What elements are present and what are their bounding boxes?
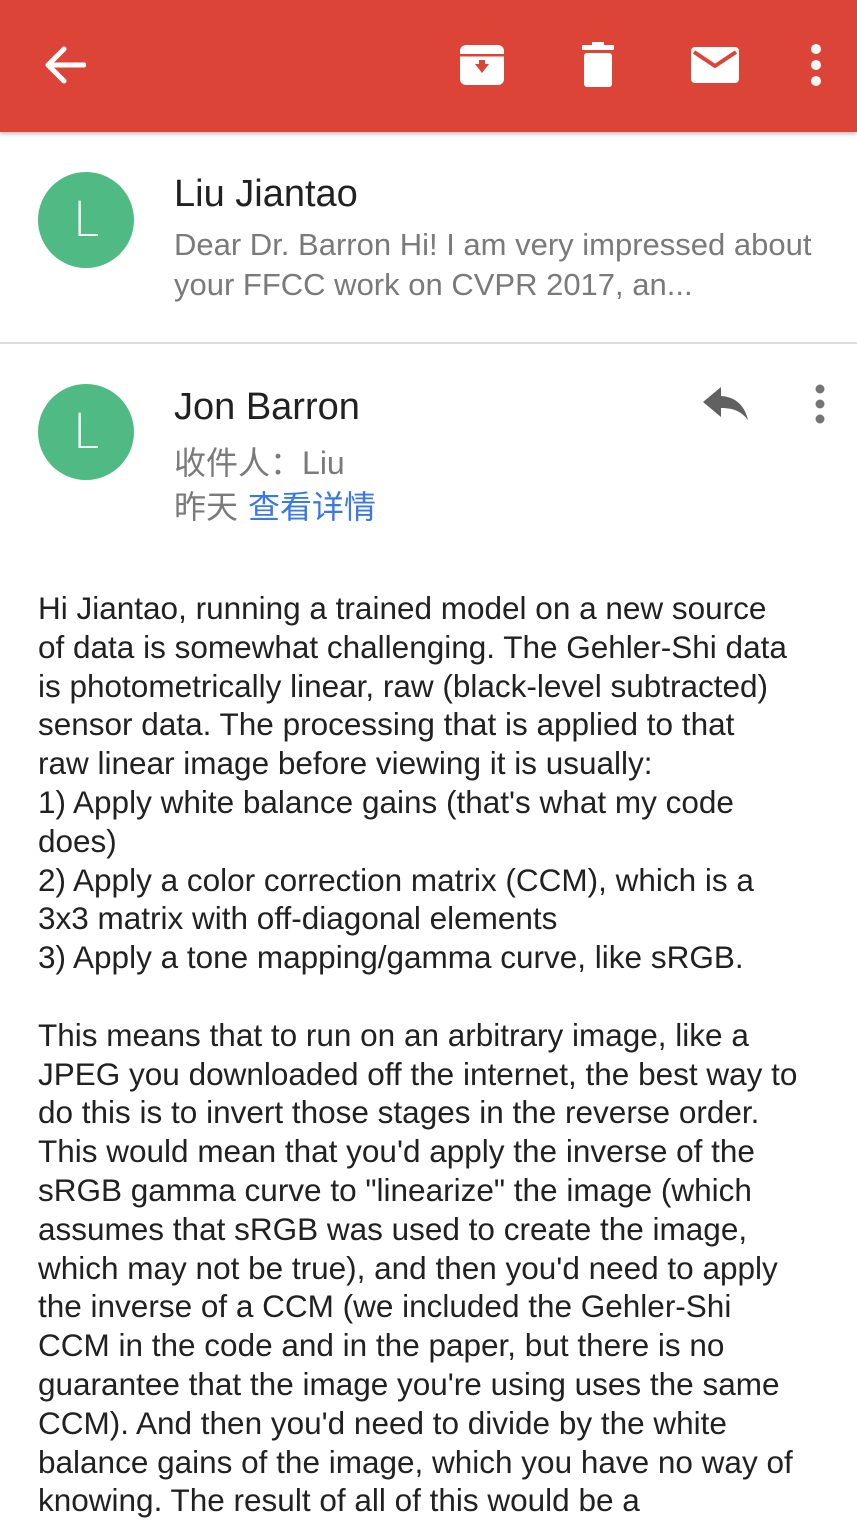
mark-unread-button[interactable]	[680, 34, 750, 96]
sender-name: Jon Barron	[174, 386, 360, 428]
body-line: assumes that sRGB was used to create the…	[38, 1210, 748, 1247]
body-line: CCM). And then you'd need to divide by t…	[38, 1404, 727, 1441]
delete-button[interactable]	[566, 34, 630, 96]
app-bar	[0, 0, 857, 132]
body-line: Hi Jiantao, running a trained model on a…	[38, 590, 767, 626]
date-row: 昨天 查看详情	[174, 482, 376, 528]
archive-icon	[460, 45, 504, 85]
body-line: sensor data. The processing that is appl…	[38, 706, 735, 743]
body-line: 1) Apply white balance gains (that's wha…	[38, 783, 734, 820]
avatar[interactable]: L	[38, 384, 134, 480]
view-details-link[interactable]: 查看详情	[248, 489, 376, 525]
reply-button[interactable]	[696, 382, 756, 426]
message-more-button[interactable]	[802, 380, 838, 428]
more-vert-icon	[815, 384, 825, 424]
avatar[interactable]: L	[38, 172, 134, 268]
expanded-message: L Jon Barron 收件人：Liu 昨天 查看详情 Hi Jiantao, …	[0, 346, 857, 1518]
recipient-line: 收件人：Liu	[174, 438, 345, 484]
sender-name: Liu Jiantao	[174, 173, 358, 215]
recipient-name: Liu	[302, 445, 345, 481]
body-line: which may not be true), and then you'd n…	[38, 1249, 778, 1286]
body-line: JPEG you downloaded off the internet, th…	[38, 1055, 798, 1092]
body-line: guarantee that the image you're using us…	[38, 1365, 780, 1402]
reply-icon	[703, 387, 748, 420]
message-date: 昨天	[174, 489, 239, 525]
message-body: Hi Jiantao, running a trained model on a…	[38, 589, 838, 1520]
collapsed-message[interactable]: L Liu Jiantao Dear Dr. Barron Hi! I am v…	[0, 133, 857, 344]
body-line: CCM in the code and in the paper, but th…	[38, 1327, 725, 1364]
body-line: 2) Apply a color correction matrix (CCM)…	[38, 861, 754, 898]
body-line: 3x3 matrix with off-diagonal elements	[38, 900, 558, 937]
body-line: 3) Apply a tone mapping/gamma curve, lik…	[38, 939, 744, 976]
body-line: raw linear image before viewing it is us…	[38, 745, 653, 782]
body-line: is photometrically linear, raw (black-le…	[38, 667, 769, 704]
back-button[interactable]	[30, 34, 100, 96]
body-line: do this is to invert those stages in the…	[38, 1094, 760, 1131]
archive-button[interactable]	[448, 34, 516, 96]
arrow-back-icon	[45, 46, 86, 84]
body-line: does)	[38, 822, 117, 859]
body-line: of data is somewhat challenging. The Geh…	[38, 628, 787, 665]
toolbar-more-button[interactable]	[794, 34, 838, 96]
body-line: the inverse of a CCM (we included the Ge…	[38, 1288, 732, 1325]
body-line: This would mean that you'd apply the inv…	[38, 1133, 755, 1170]
body-line: balance gains of the image, which you ha…	[38, 1443, 793, 1480]
mail-icon	[691, 47, 739, 83]
body-line: knowing. The result of all of this would…	[38, 1482, 640, 1519]
delete-icon	[582, 42, 614, 87]
body-line: This means that to run on an arbitrary i…	[38, 1016, 749, 1053]
more-vert-icon	[811, 44, 821, 86]
body-line: sRGB gamma curve to "linearize" the imag…	[38, 1171, 752, 1208]
message-snippet: Dear Dr. Barron Hi! I am very impressed …	[174, 227, 812, 302]
recipient-prefix: 收件人：	[174, 445, 303, 481]
